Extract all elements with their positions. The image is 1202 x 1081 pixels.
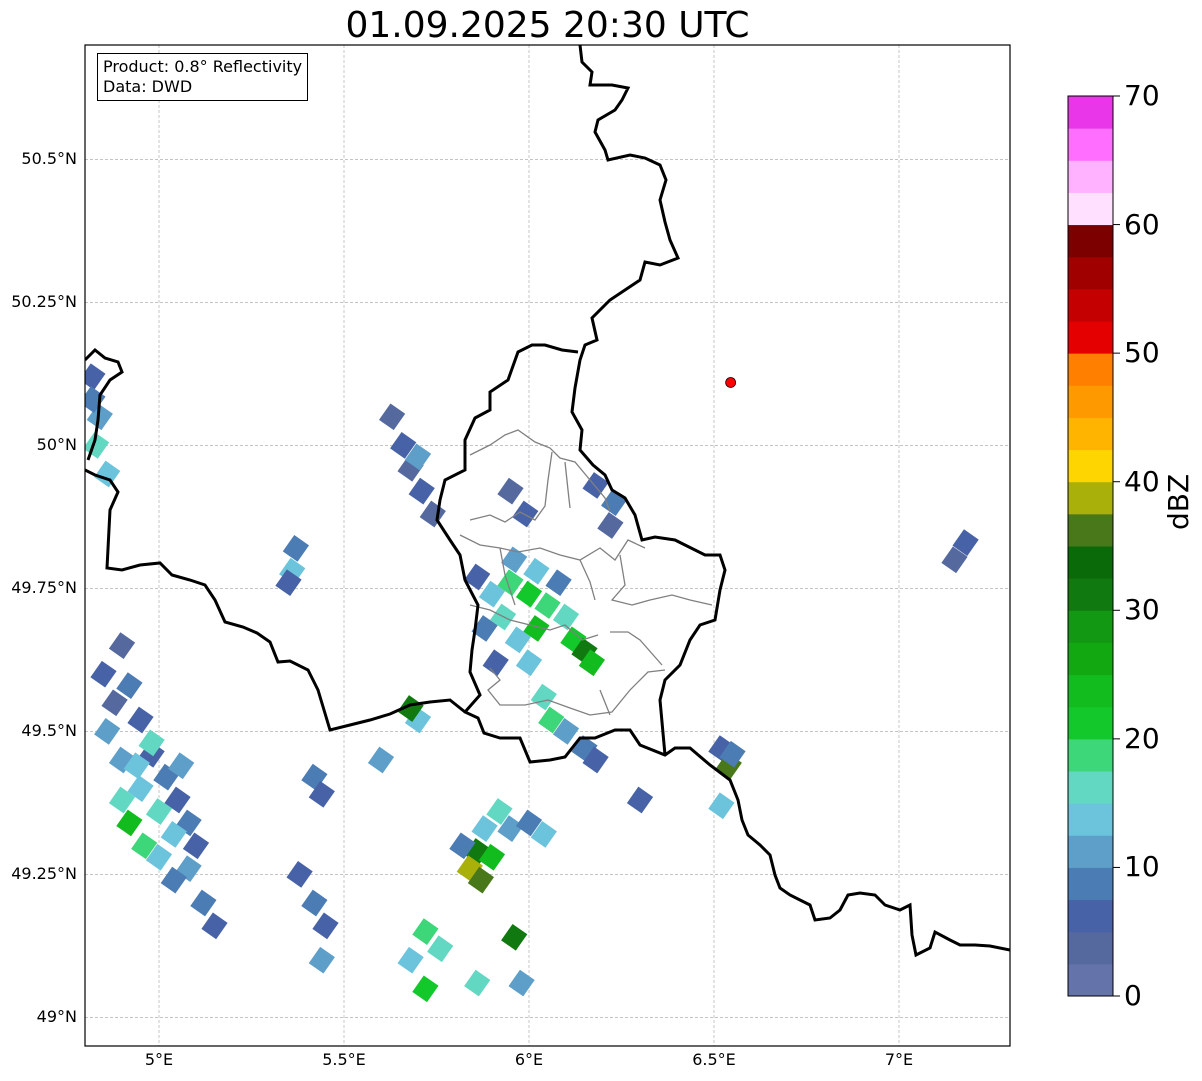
colorbar	[1067, 95, 1120, 997]
colorbar-segment	[1068, 353, 1113, 386]
colorbar-segment	[1068, 224, 1113, 258]
colorbar-segment	[1068, 771, 1113, 804]
info-box: Product: 0.8° Reflectivity Data: DWD	[97, 53, 309, 101]
lon-tick-label: 5.5°E	[322, 1050, 366, 1069]
colorbar-segment	[1068, 96, 1113, 129]
colorbar-segment	[1068, 578, 1113, 611]
colorbar-tick-label: 60	[1124, 207, 1160, 241]
colorbar-segment	[1068, 835, 1113, 868]
lat-tick-label: 49.25°N	[11, 864, 77, 884]
colorbar-segment	[1068, 867, 1113, 901]
lat-tick-label: 49.75°N	[11, 578, 77, 598]
colorbar-segment	[1068, 706, 1113, 740]
colorbar-segment	[1068, 192, 1113, 226]
lat-tick-label: 50°N	[36, 435, 77, 455]
colorbar-tick-label: 10	[1124, 850, 1160, 884]
colorbar-segment	[1068, 160, 1113, 193]
lon-tick-label: 6.5°E	[692, 1050, 736, 1069]
info-product: Product: 0.8° Reflectivity	[103, 57, 303, 76]
lon-tick-label: 7°E	[884, 1050, 914, 1069]
colorbar-segment	[1068, 963, 1113, 997]
colorbar-segment	[1068, 610, 1113, 643]
lon-tick-label: 5°E	[144, 1050, 174, 1069]
lat-tick-label: 49.5°N	[21, 721, 77, 741]
colorbar-segment	[1068, 931, 1113, 965]
colorbar-tick-label: 0	[1124, 979, 1142, 1012]
colorbar-segment	[1068, 546, 1113, 579]
colorbar-segment	[1068, 288, 1113, 322]
colorbar-segment	[1068, 481, 1113, 515]
colorbar-segment	[1068, 321, 1113, 354]
colorbar-segment	[1068, 738, 1113, 772]
colorbar-segment	[1068, 449, 1113, 483]
colorbar-tick-label: 30	[1124, 593, 1160, 627]
info-data-source: Data: DWD	[103, 77, 193, 96]
radar-map	[84, 44, 1120, 1047]
colorbar-tick-label: 40	[1124, 464, 1160, 498]
site-marker	[725, 377, 737, 388]
colorbar-segment	[1068, 642, 1113, 676]
colorbar-segment	[1068, 385, 1113, 418]
radar-site-marker	[725, 377, 737, 388]
lat-tick-label: 50.25°N	[11, 292, 77, 312]
lon-tick-label: 6°E	[514, 1050, 544, 1069]
colorbar-segment	[1068, 513, 1113, 547]
colorbar-segment	[1068, 803, 1113, 836]
colorbar-segment	[1068, 417, 1113, 451]
colorbar-segment	[1068, 128, 1113, 161]
colorbar-segment	[1068, 674, 1113, 708]
lat-tick-label: 50.5°N	[21, 149, 77, 169]
lat-tick-label: 49°N	[36, 1007, 77, 1027]
colorbar-tick-label: 20	[1124, 721, 1160, 755]
colorbar-tick-label: 70	[1124, 79, 1160, 112]
colorbar-segment	[1068, 899, 1113, 933]
colorbar-label: dBZ	[1162, 473, 1195, 530]
colorbar-segment	[1068, 256, 1113, 290]
colorbar-tick-label: 50	[1124, 336, 1160, 370]
